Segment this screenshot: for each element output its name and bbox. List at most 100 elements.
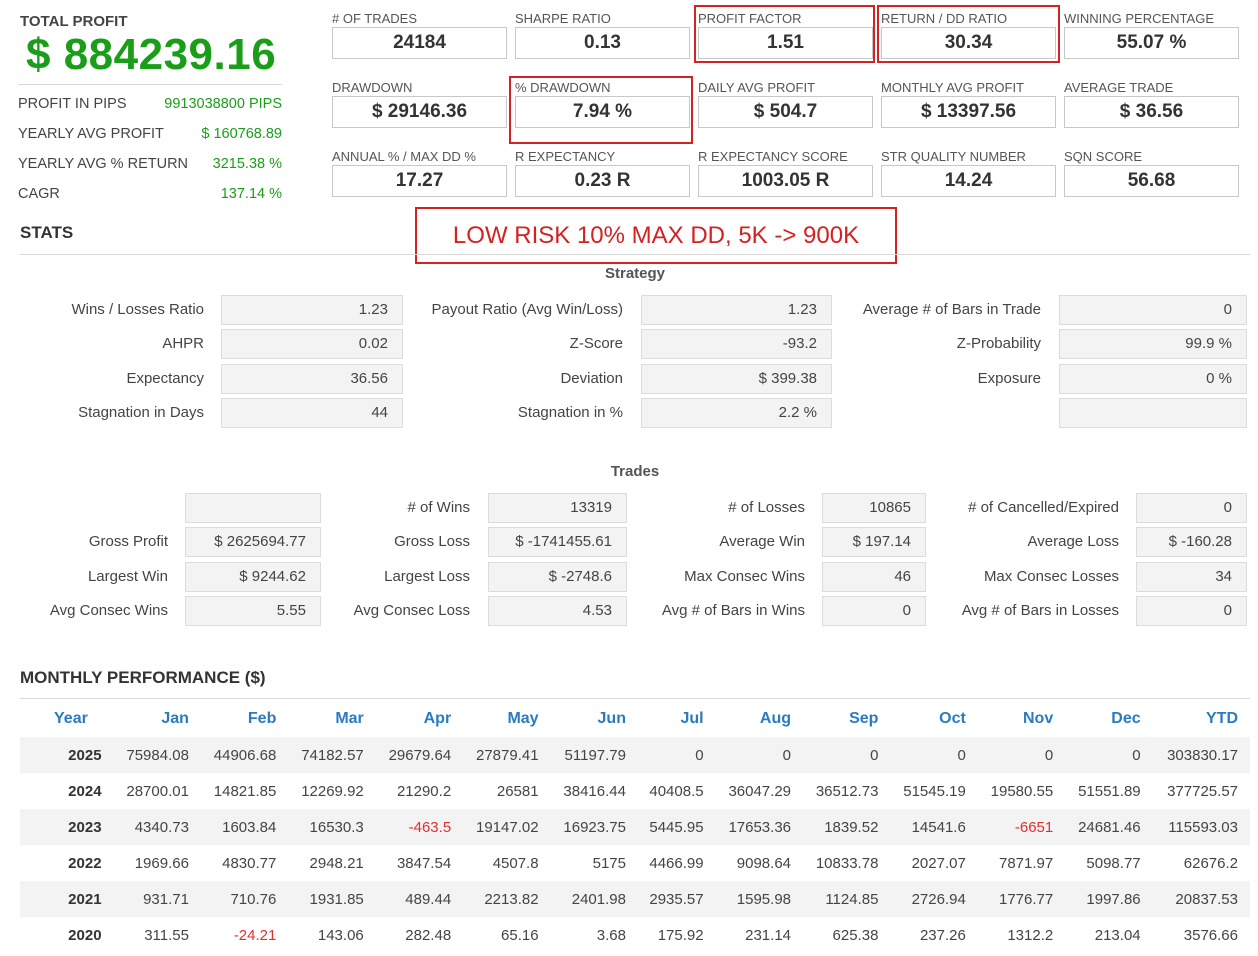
- trade-value: [185, 493, 321, 523]
- metric-value: 1003.05 R: [698, 165, 873, 197]
- metric-value: 0.13: [515, 27, 690, 59]
- month-value-cell: 16530.3: [288, 809, 376, 845]
- year-cell: 2023: [20, 809, 114, 845]
- summary-row-yearly-avg-return: YEARLY AVG % RETURN 3215.38 %: [18, 153, 282, 175]
- month-value-cell: 237.26: [919, 926, 966, 944]
- annotation-banner: LOW RISK 10% MAX DD, 5K -> 900K: [415, 207, 897, 264]
- month-value-cell: 2027.07: [911, 854, 966, 872]
- trade-label: Average Win: [719, 533, 805, 550]
- trade-value: 0: [1136, 493, 1247, 523]
- trade-label: Avg # of Bars in Losses: [961, 602, 1119, 619]
- trade-value: $ -2748.6: [488, 562, 627, 592]
- month-value-cell: 3576.66: [1183, 926, 1238, 944]
- metric-trades: # OF TRADES 24184: [332, 11, 507, 59]
- stat-value: 2.2 %: [641, 398, 832, 428]
- trade-label: Avg # of Bars in Wins: [661, 602, 805, 619]
- total-profit-value: $ 884239.16: [26, 30, 277, 79]
- metric-label: ANNUAL % / MAX DD %: [332, 149, 476, 164]
- stat-label: Exposure: [977, 370, 1041, 387]
- month-value-cell: 1776.77: [977, 881, 1066, 917]
- month-value-cell: -6651: [977, 809, 1066, 845]
- month-value-cell: 20837.53: [1152, 881, 1250, 917]
- month-value-cell: 14541.6: [890, 809, 978, 845]
- column-header-feb: Feb: [247, 710, 277, 727]
- monthly-performance-title: MONTHLY PERFORMANCE ($): [20, 668, 266, 687]
- month-value-cell: 4466.99: [649, 854, 704, 872]
- metric-label: DAILY AVG PROFIT: [698, 80, 816, 95]
- month-value-cell: 377725.57: [1167, 782, 1238, 800]
- summary-row-yearly-avg-profit: YEARLY AVG PROFIT $ 160768.89: [18, 123, 282, 145]
- month-value-cell: 38416.44: [563, 782, 626, 800]
- metric-label: R EXPECTANCY SCORE: [698, 149, 848, 164]
- month-value-cell: 710.76: [200, 881, 289, 917]
- column-header-jan: Jan: [161, 710, 189, 727]
- table-row: 2022 1969.66 4830.77 2948.21 3847.54 4507.8 51…: [20, 845, 1250, 881]
- month-value-cell: 51551.89: [1078, 782, 1141, 800]
- summary-value: 137.14 %: [220, 186, 282, 202]
- month-value-cell: 4830.77: [222, 854, 277, 872]
- stat-label: Z-Score: [569, 335, 623, 352]
- column-header-jun: Jun: [597, 710, 626, 727]
- month-value-cell: 0: [637, 737, 716, 773]
- column-header-ytd: YTD: [1206, 710, 1238, 727]
- month-value-cell: 5175: [592, 854, 626, 872]
- stat-label: Average # of Bars in Trade: [862, 301, 1041, 318]
- metric-label: MONTHLY AVG PROFIT: [881, 80, 1025, 95]
- metric-value: 14.24: [881, 165, 1056, 197]
- stat-label: Deviation: [560, 370, 623, 387]
- month-value-cell: 44906.68: [200, 737, 289, 773]
- return-dd-highlight: [877, 5, 1060, 63]
- trade-label: Gross Profit: [88, 533, 168, 550]
- metric-label: SHARPE RATIO: [515, 11, 611, 26]
- strategy-title: Strategy: [604, 265, 666, 282]
- summary-label: PROFIT IN PIPS: [18, 96, 127, 112]
- stat-value: $ 399.38: [641, 364, 832, 394]
- metric-value: 55.07 %: [1064, 27, 1239, 59]
- stat-value: 0.02: [221, 329, 403, 359]
- month-value-cell: 14821.85: [213, 782, 277, 800]
- month-value-cell: 0: [803, 737, 891, 773]
- total-profit-label: TOTAL PROFIT: [20, 13, 128, 30]
- table-row: 2024 28700.01 14821.85 12269.92 21290.2 26581…: [20, 773, 1250, 809]
- column-header-year: Year: [54, 710, 88, 727]
- summary-label: YEARLY AVG % RETURN: [18, 156, 189, 172]
- metric-label: STR QUALITY NUMBER: [881, 149, 1026, 164]
- trade-label: # of Cancelled/Expired: [968, 499, 1119, 516]
- month-value-cell: 3847.54: [396, 854, 452, 872]
- month-value-cell: 489.44: [375, 881, 464, 917]
- trade-value: $ 197.14: [822, 527, 926, 557]
- trade-label: Gross Loss: [394, 533, 470, 550]
- monthly-divider: [20, 698, 1250, 699]
- month-value-cell: 21290.2: [396, 782, 452, 800]
- month-value-cell: 19580.55: [990, 782, 1054, 800]
- column-header-aug: Aug: [759, 710, 792, 727]
- trade-label: Largest Win: [87, 568, 168, 585]
- month-value-cell: 2948.21: [309, 854, 364, 872]
- trade-value: $ -1741455.61: [488, 527, 627, 557]
- column-header-nov: Nov: [1023, 710, 1054, 727]
- column-header-apr: Apr: [423, 710, 452, 727]
- month-value-cell: 4507.8: [492, 854, 539, 872]
- trade-value: $ 9244.62: [185, 562, 321, 592]
- table-row: 2020 311.55 -24.21 143.06 282.48 65.16 3.68 175…: [20, 917, 1250, 953]
- stat-value: 99.9 %: [1059, 329, 1247, 359]
- month-value-cell: 115593.03: [1152, 809, 1250, 845]
- trade-label: [20, 493, 168, 523]
- trade-label: Average Loss: [1027, 533, 1119, 550]
- summary-value: 3215.38 %: [212, 156, 282, 172]
- metric-value: $ 36.56: [1064, 96, 1239, 128]
- stats-title: STATS: [20, 223, 74, 242]
- month-value-cell: 17653.36: [715, 809, 804, 845]
- metric-value: 24184: [332, 27, 507, 59]
- metric-label: R EXPECTANCY: [515, 149, 616, 164]
- year-cell: 2024: [68, 782, 102, 800]
- month-value-cell: 213.04: [1094, 926, 1141, 944]
- month-value-cell: 51197.79: [550, 737, 638, 773]
- month-value-cell: 26581: [496, 782, 539, 800]
- column-header-sep: Sep: [849, 710, 879, 727]
- monthly-header-row: Year Jan Feb Mar Apr May Jun Jul Aug Sep Oct Nov Dec…: [20, 701, 1250, 737]
- month-value-cell: 29679.64: [375, 737, 464, 773]
- month-value-cell: 16923.75: [550, 809, 638, 845]
- month-value-cell: 931.71: [113, 881, 201, 917]
- metric-sharpe-ratio: SHARPE RATIO 0.13: [515, 11, 690, 59]
